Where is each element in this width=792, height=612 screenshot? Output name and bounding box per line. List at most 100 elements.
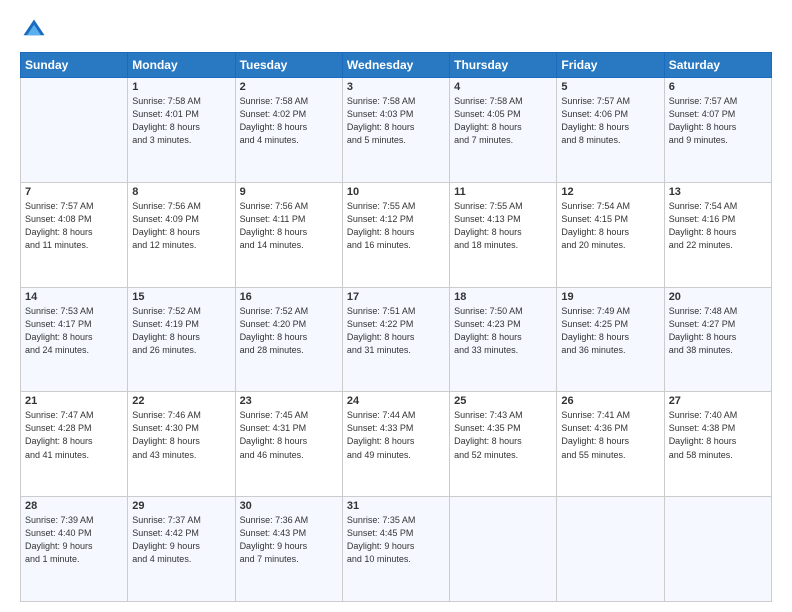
calendar-cell: 9 Sunrise: 7:56 AM Sunset: 4:11 PM Daylig… [235,182,342,287]
calendar-cell: 2Sunrise: 7:58 AM Sunset: 4:02 PM Daylig… [235,78,342,183]
calendar-cell: 18Sunrise: 7:50 AM Sunset: 4:23 PM Dayli… [450,287,557,392]
day-number: 17 [347,291,445,303]
day-number: 3 [347,81,445,93]
calendar-cell: 1 Sunrise: 7:58 AM Sunset: 4:01 PM Daylig… [128,78,235,183]
calendar-cell: 29 Sunrise: 7:37 AM Sunset: 4:42 PM Dayli… [128,497,235,602]
day-number: 26 [561,395,659,407]
calendar-cell: 5 Sunrise: 7:57 AM Sunset: 4:06 PM Daylig… [557,78,664,183]
day-info: Sunrise: 7:43 AM Sunset: 4:35 PM Dayligh… [454,409,552,461]
day-info: Sunrise: 7:58 AM Sunset: 4:01 PM Dayligh… [132,95,230,147]
day-number: 1 [132,81,230,93]
calendar-cell: 7 Sunrise: 7:57 AM Sunset: 4:08 PM Daylig… [21,182,128,287]
day-number: 23 [240,395,338,407]
day-info: Sunrise: 7:41 AM Sunset: 4:36 PM Dayligh… [561,409,659,461]
calendar-cell: 8 Sunrise: 7:56 AM Sunset: 4:09 PM Daylig… [128,182,235,287]
day-number: 2 [240,81,338,93]
day-info: Sunrise: 7:39 AM Sunset: 4:40 PM Dayligh… [25,514,123,566]
day-number: 27 [669,395,767,407]
day-info: Sunrise: 7:58 AM Sunset: 4:05 PM Dayligh… [454,95,552,147]
day-number: 29 [132,500,230,512]
col-header-tuesday: Tuesday [235,53,342,78]
day-number: 24 [347,395,445,407]
day-info: Sunrise: 7:47 AM Sunset: 4:28 PM Dayligh… [25,409,123,461]
calendar-cell: 25 Sunrise: 7:43 AM Sunset: 4:35 PM Dayli… [450,392,557,497]
day-info: Sunrise: 7:45 AM Sunset: 4:31 PM Dayligh… [240,409,338,461]
day-number: 4 [454,81,552,93]
day-number: 10 [347,186,445,198]
day-info: Sunrise: 7:55 AM Sunset: 4:12 PM Dayligh… [347,200,445,252]
day-info: Sunrise: 7:52 AM Sunset: 4:20 PM Dayligh… [240,305,338,357]
calendar-cell: 30Sunrise: 7:36 AM Sunset: 4:43 PM Dayli… [235,497,342,602]
calendar-cell: 22Sunrise: 7:46 AM Sunset: 4:30 PM Dayli… [128,392,235,497]
day-number: 14 [25,291,123,303]
calendar-cell: 4 Sunrise: 7:58 AM Sunset: 4:05 PM Daylig… [450,78,557,183]
day-number: 28 [25,500,123,512]
week-row-5: 28 Sunrise: 7:39 AM Sunset: 4:40 PM Dayli… [21,497,772,602]
day-number: 19 [561,291,659,303]
day-info: Sunrise: 7:53 AM Sunset: 4:17 PM Dayligh… [25,305,123,357]
calendar-cell: 27 Sunrise: 7:40 AM Sunset: 4:38 PM Dayli… [664,392,771,497]
day-info: Sunrise: 7:40 AM Sunset: 4:38 PM Dayligh… [669,409,767,461]
col-header-sunday: Sunday [21,53,128,78]
day-info: Sunrise: 7:56 AM Sunset: 4:09 PM Dayligh… [132,200,230,252]
calendar-cell: 20Sunrise: 7:48 AM Sunset: 4:27 PM Dayli… [664,287,771,392]
day-info: Sunrise: 7:50 AM Sunset: 4:23 PM Dayligh… [454,305,552,357]
calendar-cell [664,497,771,602]
calendar-cell [21,78,128,183]
day-number: 13 [669,186,767,198]
col-header-saturday: Saturday [664,53,771,78]
day-info: Sunrise: 7:49 AM Sunset: 4:25 PM Dayligh… [561,305,659,357]
page: SundayMondayTuesdayWednesdayThursdayFrid… [0,0,792,612]
day-info: Sunrise: 7:44 AM Sunset: 4:33 PM Dayligh… [347,409,445,461]
day-info: Sunrise: 7:57 AM Sunset: 4:06 PM Dayligh… [561,95,659,147]
col-header-thursday: Thursday [450,53,557,78]
day-info: Sunrise: 7:36 AM Sunset: 4:43 PM Dayligh… [240,514,338,566]
calendar-cell: 17 Sunrise: 7:51 AM Sunset: 4:22 PM Dayli… [342,287,449,392]
calendar-cell: 11Sunrise: 7:55 AM Sunset: 4:13 PM Dayli… [450,182,557,287]
calendar-cell: 12Sunrise: 7:54 AM Sunset: 4:15 PM Dayli… [557,182,664,287]
header [20,16,772,44]
day-number: 21 [25,395,123,407]
day-info: Sunrise: 7:51 AM Sunset: 4:22 PM Dayligh… [347,305,445,357]
calendar-cell: 28 Sunrise: 7:39 AM Sunset: 4:40 PM Dayli… [21,497,128,602]
calendar-cell: 3Sunrise: 7:58 AM Sunset: 4:03 PM Daylig… [342,78,449,183]
day-info: Sunrise: 7:56 AM Sunset: 4:11 PM Dayligh… [240,200,338,252]
calendar-cell: 21 Sunrise: 7:47 AM Sunset: 4:28 PM Dayli… [21,392,128,497]
calendar-cell [450,497,557,602]
day-info: Sunrise: 7:37 AM Sunset: 4:42 PM Dayligh… [132,514,230,566]
col-header-monday: Monday [128,53,235,78]
day-info: Sunrise: 7:48 AM Sunset: 4:27 PM Dayligh… [669,305,767,357]
col-header-wednesday: Wednesday [342,53,449,78]
week-row-1: 1 Sunrise: 7:58 AM Sunset: 4:01 PM Daylig… [21,78,772,183]
calendar-cell: 26 Sunrise: 7:41 AM Sunset: 4:36 PM Dayli… [557,392,664,497]
calendar-cell: 14 Sunrise: 7:53 AM Sunset: 4:17 PM Dayli… [21,287,128,392]
calendar-cell: 24 Sunrise: 7:44 AM Sunset: 4:33 PM Dayli… [342,392,449,497]
day-number: 9 [240,186,338,198]
day-info: Sunrise: 7:54 AM Sunset: 4:16 PM Dayligh… [669,200,767,252]
calendar-cell [557,497,664,602]
day-number: 25 [454,395,552,407]
day-info: Sunrise: 7:57 AM Sunset: 4:08 PM Dayligh… [25,200,123,252]
day-info: Sunrise: 7:46 AM Sunset: 4:30 PM Dayligh… [132,409,230,461]
day-number: 11 [454,186,552,198]
day-number: 7 [25,186,123,198]
day-info: Sunrise: 7:57 AM Sunset: 4:07 PM Dayligh… [669,95,767,147]
calendar-table: SundayMondayTuesdayWednesdayThursdayFrid… [20,52,772,602]
day-number: 5 [561,81,659,93]
calendar-header-row: SundayMondayTuesdayWednesdayThursdayFrid… [21,53,772,78]
logo [20,16,52,44]
calendar-cell: 15Sunrise: 7:52 AM Sunset: 4:19 PM Dayli… [128,287,235,392]
calendar-cell: 31Sunrise: 7:35 AM Sunset: 4:45 PM Dayli… [342,497,449,602]
day-number: 16 [240,291,338,303]
logo-icon [20,16,48,44]
day-info: Sunrise: 7:52 AM Sunset: 4:19 PM Dayligh… [132,305,230,357]
day-number: 31 [347,500,445,512]
calendar-cell: 13 Sunrise: 7:54 AM Sunset: 4:16 PM Dayli… [664,182,771,287]
calendar-cell: 16 Sunrise: 7:52 AM Sunset: 4:20 PM Dayli… [235,287,342,392]
day-number: 12 [561,186,659,198]
calendar-cell: 6Sunrise: 7:57 AM Sunset: 4:07 PM Daylig… [664,78,771,183]
day-number: 8 [132,186,230,198]
week-row-4: 21 Sunrise: 7:47 AM Sunset: 4:28 PM Dayli… [21,392,772,497]
calendar-cell: 23 Sunrise: 7:45 AM Sunset: 4:31 PM Dayli… [235,392,342,497]
calendar-cell: 19 Sunrise: 7:49 AM Sunset: 4:25 PM Dayli… [557,287,664,392]
